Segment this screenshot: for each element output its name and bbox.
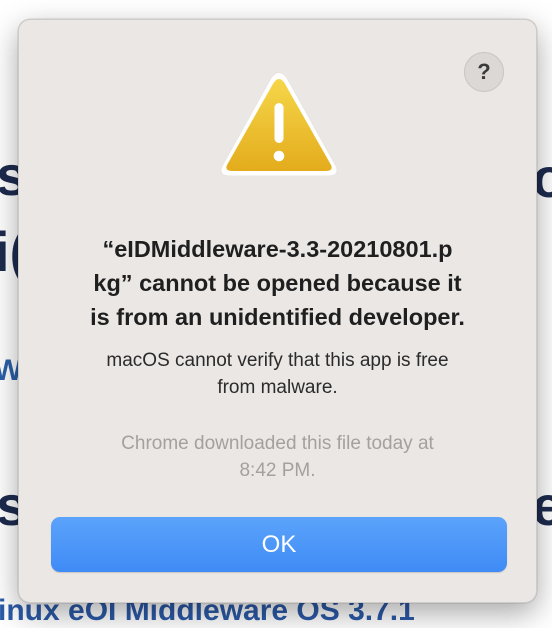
dialog-title-line: kg” cannot be opened because it — [93, 270, 462, 296]
ok-button[interactable]: OK — [51, 517, 507, 572]
dialog-title: “eIDMiddleware-3.3-20210801.p kg” cannot… — [49, 232, 506, 334]
download-info-line: 8:42 PM. — [239, 460, 316, 481]
alert-dialog: ? “eIDMiddleware-3.3-20210801.p kg” cann… — [18, 19, 537, 603]
dialog-title-line: is from an unidentified developer. — [90, 304, 465, 330]
help-button[interactable]: ? — [464, 52, 504, 92]
dialog-message-line: macOS cannot verify that this app is fre… — [106, 350, 449, 371]
dialog-title-line: “eIDMiddleware-3.3-20210801.p — [102, 236, 453, 262]
download-info-line: Chrome downloaded this file today at — [121, 433, 434, 454]
question-mark-icon: ? — [477, 59, 491, 84]
dialog-message: macOS cannot verify that this app is fre… — [49, 347, 506, 401]
warning-triangle-icon — [220, 72, 338, 177]
download-info-text: Chrome downloaded this file today at 8:4… — [49, 430, 506, 484]
dialog-message-line: from malware. — [217, 377, 338, 398]
